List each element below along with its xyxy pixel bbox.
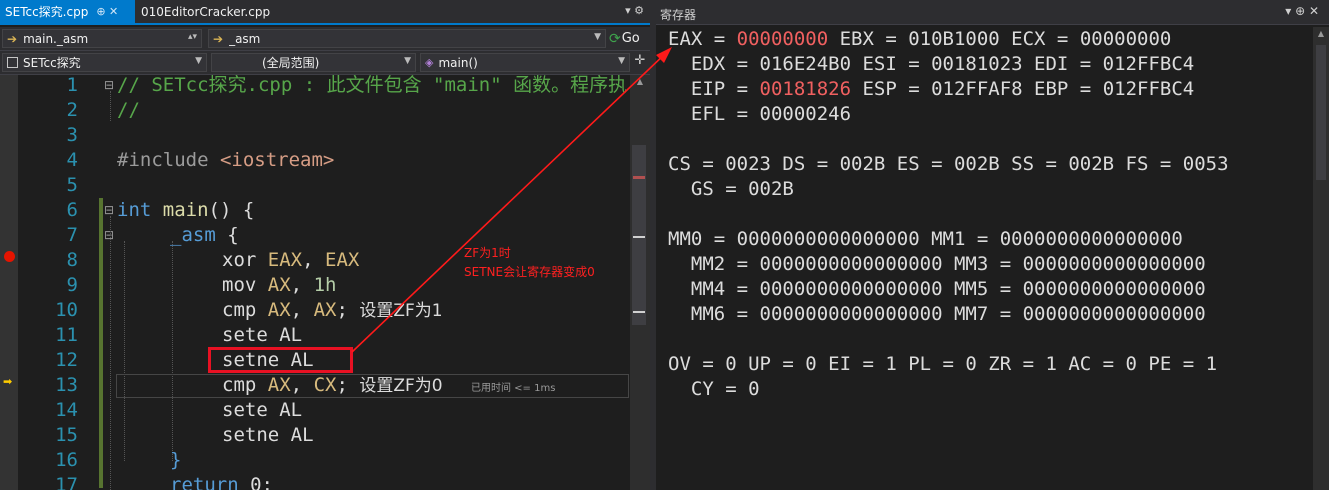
code-line: #include <iostream>	[117, 149, 335, 171]
function-cube-icon: ◈	[425, 56, 434, 69]
register-line: EAX = 00000000 EBX = 010B1000 ECX = 0000…	[668, 28, 1172, 50]
line-number: 14	[55, 399, 78, 421]
breakpoint-icon[interactable]	[4, 251, 15, 262]
code-editor-pane: SETcc探究.cpp ⊕ ✕ 010EditorCracker.cpp ▾ ⚙…	[0, 0, 650, 490]
registers-window: 寄存器 ▾ ⊕ ✕ EAX = 00000000 EBX = 010B1000 …	[656, 0, 1329, 490]
outline-guide	[110, 216, 111, 490]
project-dropdown[interactable]: SETcc探究 ▼	[2, 53, 207, 72]
line-number: 7	[66, 224, 78, 246]
arrow-right-icon: ➔	[213, 31, 224, 46]
line-number: 6	[66, 199, 78, 221]
code-line: sete AL	[222, 399, 303, 421]
tab-overflow-settings-icon[interactable]: ▾ ⚙	[625, 4, 644, 17]
registers-title-bar: 寄存器 ▾ ⊕ ✕	[656, 0, 1329, 25]
scrollbar-thumb[interactable]	[632, 145, 646, 325]
outline-guide	[110, 91, 111, 121]
tab-label: SETcc探究.cpp	[5, 5, 89, 19]
function-dropdown[interactable]: ◈ main() ▼	[420, 53, 630, 72]
split-window-icon[interactable]: ✛	[632, 53, 648, 72]
tab-010editorcracker-cpp[interactable]: 010EditorCracker.cpp	[135, 0, 315, 23]
register-line: MM0 = 0000000000000000 MM1 = 00000000000…	[668, 228, 1183, 250]
tab-label: 010EditorCracker.cpp	[141, 4, 271, 19]
register-line: GS = 002B	[668, 178, 794, 200]
register-line: MM2 = 0000000000000000 MM3 = 00000000000…	[668, 253, 1206, 275]
line-number: 13	[55, 374, 78, 396]
flags-line: OV = 0 UP = 0 EI = 1 PL = 0 ZR = 1 AC = …	[668, 353, 1218, 375]
line-number: 1	[66, 74, 78, 96]
window-controls-icon[interactable]: ▾ ⊕ ✕	[1285, 4, 1319, 18]
scrollbar-thumb[interactable]	[1316, 45, 1326, 180]
chevron-down-icon[interactable]: ▼	[594, 32, 601, 42]
code-line: setne AL	[222, 424, 314, 446]
line-number: 3	[66, 124, 78, 146]
line-number: 16	[55, 449, 78, 471]
register-line: CS = 0023 DS = 002B ES = 002B SS = 002B …	[668, 153, 1229, 175]
indent-guide	[124, 241, 125, 461]
line-number: 11	[55, 324, 78, 346]
change-marker-bar	[99, 198, 103, 488]
line-number: 4	[66, 149, 78, 171]
code-line: mov AX, 1h	[222, 274, 337, 296]
annotation-text: ZF为1时 SETNE会让寄存器变成0	[464, 246, 595, 279]
code-line: int main() {	[117, 199, 255, 221]
refresh-go-icon: ⟳	[609, 30, 621, 47]
line-number: 12	[55, 349, 78, 371]
spin-icon[interactable]: ▴▾	[188, 32, 197, 42]
chevron-down-icon[interactable]: ▼	[404, 56, 411, 66]
current-statement-arrow-icon: ➡	[3, 375, 13, 388]
register-line: MM4 = 0000000000000000 MM5 = 00000000000…	[668, 278, 1206, 300]
register-values[interactable]: EAX = 00000000 EBX = 010B1000 ECX = 0000…	[668, 27, 1229, 402]
document-tab-bar: SETcc探究.cpp ⊕ ✕ 010EditorCracker.cpp ▾ ⚙	[0, 0, 650, 25]
code-line: _asm {	[170, 224, 239, 246]
perf-tip-elapsed: 已用时间 <= 1ms	[471, 383, 556, 394]
line-number: 2	[66, 99, 78, 121]
chevron-down-icon[interactable]: ▼	[195, 56, 202, 66]
code-line: return 0;	[170, 474, 273, 490]
register-line: EIP = 00181826 ESP = 012FFAF8 EBP = 012F…	[668, 78, 1195, 100]
indent-guide	[172, 241, 173, 461]
register-line: EFL = 00000246	[668, 103, 852, 125]
code-line: cmp AX, AX; 设置ZF为1	[222, 299, 443, 321]
flags-line: CY = 0	[668, 378, 760, 400]
go-button[interactable]: ⟳ Go	[609, 29, 640, 48]
arrow-right-icon: ➔	[7, 31, 18, 46]
code-line: cmp AX, CX; 设置ZF为0	[222, 374, 443, 396]
line-number: 9	[66, 274, 78, 296]
chevron-down-icon[interactable]: ▼	[618, 56, 625, 66]
glyph-margin[interactable]	[0, 75, 18, 490]
scroll-marker	[633, 311, 645, 313]
pin-close-icon[interactable]: ⊕ ✕	[96, 5, 118, 18]
register-line: EDX = 016E24B0 ESI = 00181023 EDI = 012F…	[668, 53, 1195, 75]
member-dropdown[interactable]: ➔ _asm ▼	[208, 29, 606, 48]
code-line: //	[117, 99, 140, 121]
scope-dropdown[interactable]: ➔ main._asm ▴▾	[2, 29, 202, 48]
navigation-bar-scope: ➔ main._asm ▴▾ ➔ _asm ▼ ⟳ Go	[0, 27, 650, 51]
line-number: 10	[55, 299, 78, 321]
line-number: 8	[66, 249, 78, 271]
line-number: 5	[66, 174, 78, 196]
code-line: xor EAX, EAX	[222, 249, 360, 271]
navigation-bar-members: SETcc探究 ▼ (全局范围) ▼ ◈ main() ▼ ✛	[0, 51, 650, 75]
scroll-marker	[633, 236, 645, 238]
breakpoint-scroll-marker	[633, 176, 645, 179]
code-area[interactable]: ➡ 1 2 3 4 5 6 7 8 9 10 11 12 13 14 15 16…	[0, 74, 650, 490]
code-line: sete AL	[222, 324, 303, 346]
code-line: // SETcc探究.cpp : 此文件包含 "main" 函数。程序执	[117, 74, 628, 96]
register-line: MM6 = 0000000000000000 MM7 = 00000000000…	[668, 303, 1206, 325]
window-title: 寄存器	[660, 8, 697, 22]
project-icon	[7, 57, 18, 68]
global-scope-dropdown[interactable]: (全局范围) ▼	[211, 53, 416, 72]
code-line: }	[170, 449, 182, 471]
tab-setcc-cpp[interactable]: SETcc探究.cpp ⊕ ✕	[0, 0, 135, 23]
line-number: 17	[55, 474, 78, 490]
scroll-up-icon[interactable]: ▲	[1313, 29, 1329, 38]
scroll-up-icon[interactable]: ▲	[630, 77, 650, 86]
line-number: 15	[55, 424, 78, 446]
highlight-box-setne	[208, 347, 353, 373]
